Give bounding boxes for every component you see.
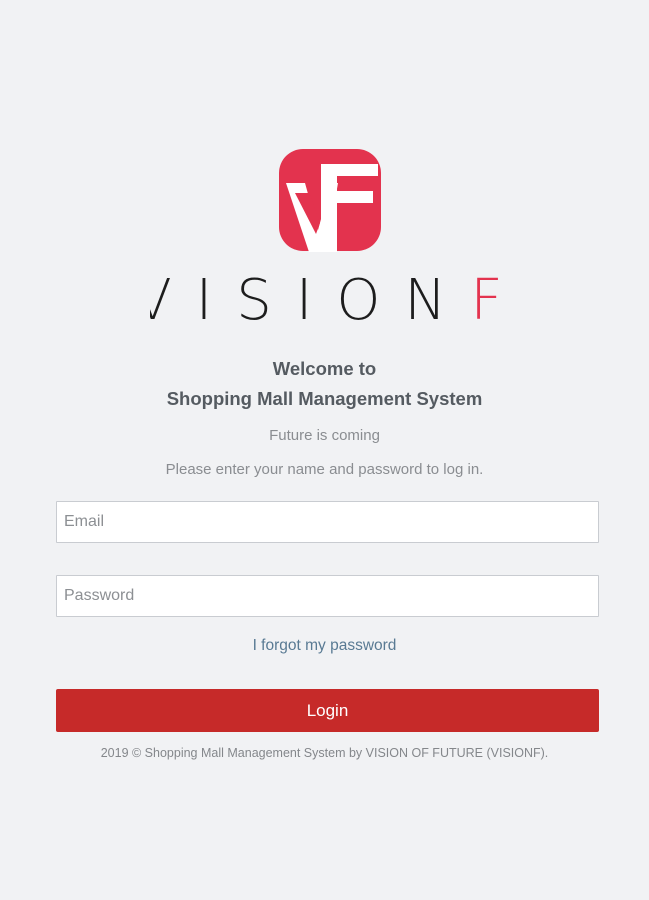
footer-copyright: 2019 © Shopping Mall Management System b…	[100, 746, 549, 760]
brand-logo: VISIONF	[0, 148, 649, 336]
login-page: VISIONF Welcome to Shopping Mall Managem…	[0, 0, 649, 900]
login-button[interactable]: Login	[56, 689, 599, 732]
svg-text:VISIONF: VISIONF	[150, 272, 510, 332]
tagline: Future is coming	[269, 427, 380, 444]
forgot-password-link[interactable]: I forgot my password	[0, 636, 649, 656]
password-field[interactable]	[56, 575, 599, 617]
welcome-line-2: Shopping Mall Management System	[166, 388, 483, 409]
visionf-wordmark: VISIONF	[150, 272, 510, 332]
login-instructions: Please enter your name and password to l…	[165, 461, 484, 478]
welcome-line-1: Welcome to	[272, 358, 377, 379]
vf-logo-icon	[279, 149, 381, 252]
email-field[interactable]	[56, 501, 599, 543]
welcome-heading: Welcome to Shopping Mall Management Syst…	[0, 354, 649, 414]
